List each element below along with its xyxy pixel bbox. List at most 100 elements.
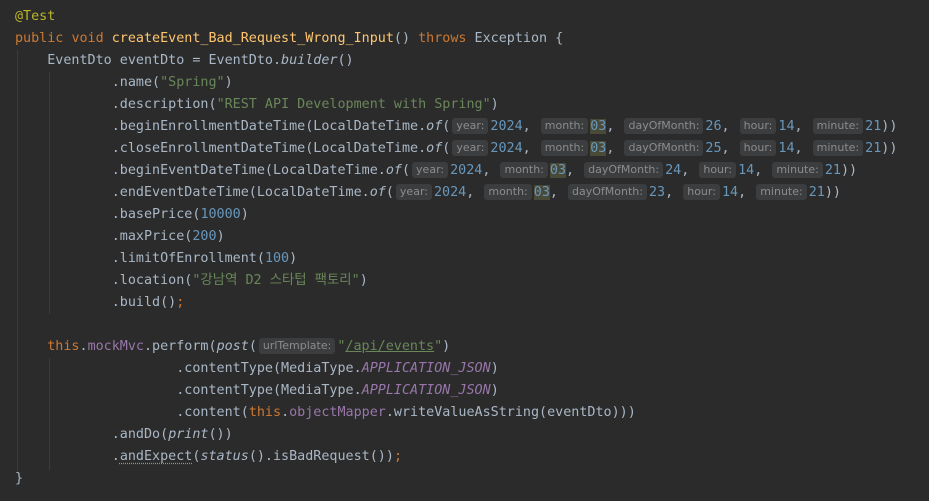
param-hint: dayOfMonth: (624, 140, 704, 156)
code-line: .content(this.objectMapper.writeValueAsS… (176, 405, 636, 420)
number-literal: 2024 (490, 141, 523, 156)
number-literal: 03 (590, 119, 607, 134)
param-hint: hour: (683, 184, 720, 200)
param-hint: hour: (699, 162, 737, 178)
url-link[interactable]: /api/events (345, 339, 434, 354)
keyword: void (71, 31, 104, 46)
param-hint: dayOfMonth: (624, 118, 704, 134)
param-hint: hour: (739, 140, 777, 156)
string-literal: "REST API Development with Spring" (216, 97, 491, 112)
number-literal: 03 (549, 163, 567, 178)
code-token: .build() (111, 295, 177, 310)
code-line: .location("강남역 D2 스타텁 팩토리") (111, 273, 368, 288)
param-hint: minute: (812, 118, 864, 134)
number-literal: 25 (705, 141, 722, 156)
code-token: .contentType(MediaType. (176, 383, 362, 398)
test-annotation: @Test (15, 9, 56, 24)
code-token: EventDto eventDto = EventDto. (47, 53, 282, 68)
param-hint: year: (395, 184, 432, 200)
code-token: .writeValueAsString(eventDto))) (385, 405, 636, 420)
code-token: () (393, 31, 411, 46)
code-token: print (168, 427, 209, 442)
code-line: @Test (15, 6, 55, 28)
code-token: .basePrice( (111, 207, 201, 222)
code-token: .content( (176, 405, 249, 420)
number-literal: 21 (824, 163, 841, 178)
code-line: .name("Spring") (111, 75, 233, 90)
param-hint: dayOfMonth: (568, 184, 647, 200)
code-line: .closeEnrollmentDateTime(LocalDateTime.o… (111, 140, 898, 156)
code-line: .andDo(print()) (111, 427, 233, 442)
code-line: .maxPrice(200) (111, 229, 225, 244)
code-token: post (216, 339, 249, 354)
method-name: createEvent_Bad_Request_Wrong_Input (111, 31, 394, 46)
code-line: .build(); (111, 295, 185, 310)
code-token: .limitOfEnrollment( (111, 251, 265, 266)
param-hint: month: (540, 140, 589, 156)
code-token: .maxPrice( (111, 229, 193, 244)
closing-brace: } (15, 471, 24, 486)
number-literal: 14 (778, 119, 795, 134)
code-token: .contentType(MediaType. (176, 361, 362, 376)
code-line: .basePrice(10000) (111, 207, 249, 222)
number-literal: 14 (778, 141, 795, 156)
field-name: objectMapper (289, 405, 386, 420)
code-token: of (385, 163, 402, 178)
string-literal: "Spring" (160, 75, 225, 90)
code-token: .andDo( (111, 427, 169, 442)
code-token: .beginEnrollmentDateTime(LocalDateTime. (111, 119, 427, 134)
param-hint: month: (540, 118, 589, 134)
code-token: .beginEventDateTime(LocalDateTime. (111, 163, 386, 178)
param-hint: urlTemplate: (258, 338, 336, 354)
number-literal: 10000 (200, 207, 241, 222)
code-token: of (369, 185, 386, 200)
code-line: .beginEnrollmentDateTime(LocalDateTime.o… (111, 118, 898, 134)
code-token: .name( (111, 75, 161, 90)
constant: APPLICATION_JSON (361, 383, 491, 398)
number-literal: 24 (665, 163, 682, 178)
param-hint: hour: (739, 118, 777, 134)
code-line: public void createEvent_Bad_Request_Wron… (15, 28, 563, 50)
keyword: this (47, 339, 80, 354)
param-hint: year: (452, 118, 489, 134)
param-hint: dayOfMonth: (584, 162, 664, 178)
param-hint: month: (484, 184, 532, 200)
code-line: .contentType(MediaType.APPLICATION_JSON) (176, 383, 499, 398)
number-literal: 23 (648, 185, 666, 200)
number-literal: 2024 (450, 163, 483, 178)
number-literal: 26 (705, 119, 722, 134)
number-literal: 2024 (433, 185, 467, 200)
code-editor[interactable]: @Test public void createEvent_Bad_Reques… (0, 0, 929, 501)
constant: APPLICATION_JSON (361, 361, 491, 376)
code-token: status (200, 449, 249, 464)
code-token: () (337, 53, 354, 68)
field-name: mockMvc (87, 339, 144, 354)
code-line: .description("REST API Development with … (111, 97, 499, 112)
number-literal: 100 (264, 251, 290, 266)
number-literal: 03 (590, 141, 607, 156)
number-literal: 21 (865, 141, 882, 156)
code-line: } (15, 468, 23, 490)
param-hint: month: (500, 162, 548, 178)
warning-token[interactable]: andExpect (120, 449, 193, 464)
number-literal: 14 (738, 163, 755, 178)
number-literal: 03 (533, 185, 550, 200)
keyword: public (15, 31, 64, 46)
code-token: builder (281, 53, 338, 68)
code-token: .perform( (144, 339, 217, 354)
number-literal: 21 (808, 185, 825, 200)
number-literal: 200 (192, 229, 217, 244)
code-line: .endEventDateTime(LocalDateTime.of(year:… (111, 184, 841, 200)
code-token: .closeEnrollmentDateTime(LocalDateTime. (111, 141, 427, 156)
param-hint: minute: (812, 140, 864, 156)
code-token: .endEventDateTime(LocalDateTime. (111, 185, 370, 200)
code-token: of (426, 141, 443, 156)
param-hint: year: (452, 140, 489, 156)
code-line: .limitOfEnrollment(100) (111, 251, 298, 266)
code-token: .description( (111, 97, 217, 112)
code-line: .contentType(MediaType.APPLICATION_JSON) (176, 361, 499, 376)
param-hint: year: (412, 162, 449, 178)
code-line: EventDto eventDto = EventDto.builder() (15, 50, 354, 72)
number-literal: 21 (865, 119, 882, 134)
code-line: this.mockMvc.perform(post(urlTemplate: "/… (47, 338, 451, 354)
